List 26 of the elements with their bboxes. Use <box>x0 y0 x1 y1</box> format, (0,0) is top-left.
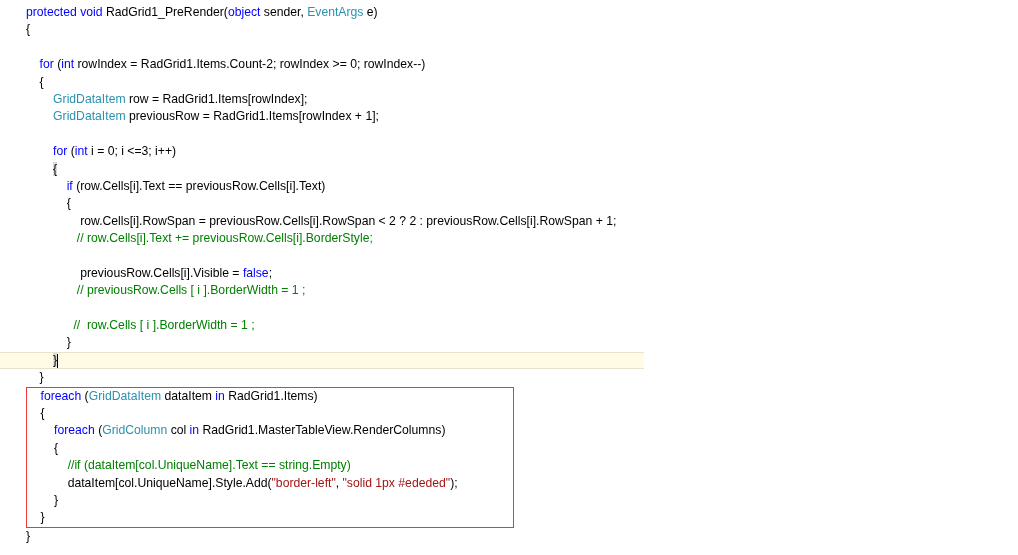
text-cursor <box>57 353 59 368</box>
code-line: foreach (GridColumn col in RadGrid1.MasterTableView.RenderColumns) <box>53 422 446 440</box>
code-line: { <box>39 405 45 422</box>
code-line: } <box>39 509 45 527</box>
code-line: // previousRow.Cells [ i ].BorderWidth = 1 ; <box>75 282 306 300</box>
code-line: } <box>65 334 71 352</box>
code-line: // row.Cells[i].Text += previousRow.Cells[i].BorderStyle; <box>75 230 373 248</box>
code-line: } <box>53 491 59 509</box>
code-line: dataItem[col.UniqueName].Style.Add("border-left", "solid 1px #ededed"); <box>66 474 458 492</box>
code-line: // row.Cells [ i ].BorderWidth = 1 ; <box>72 317 255 335</box>
code-line: { <box>38 73 44 91</box>
code-line: } <box>26 527 31 545</box>
code-line: } <box>38 369 44 387</box>
code-line: row.Cells[i].RowSpan = previousRow.Cells[i].RowSpan < 2 ? 2 : previousRow.Cells[i].RowSpan + 1; <box>79 212 617 230</box>
code-line: { <box>65 195 71 213</box>
code-line: if (row.Cells[i].Text == previousRow.Cells[i].Text) <box>65 177 326 195</box>
code-line: //if (dataItem[col.UniqueName].Text == string.Empty) <box>66 457 351 475</box>
code-line: for (int i = 0; i <=3; i++) <box>52 143 177 161</box>
code-line: { <box>53 439 59 457</box>
code-line: GridDataItem previousRow = RadGrid1.Items[rowIndex + 1]; <box>52 108 379 126</box>
code-line: GridDataItem row = RadGrid1.Items[rowIndex]; <box>52 90 308 108</box>
code-line: { <box>26 21 31 39</box>
code-line: for (int rowIndex = RadGrid1.Items.Count-2; rowIndex >= 0; rowIndex--) <box>38 56 426 74</box>
code-line: previousRow.Cells[i].Visible = false; <box>79 264 272 282</box>
code-line: protected void RadGrid1_PreRender(object sender, EventArgs e) <box>26 4 378 21</box>
code-line: foreach (GridDataItem dataItem in RadGrid1.Items) <box>39 387 318 405</box>
